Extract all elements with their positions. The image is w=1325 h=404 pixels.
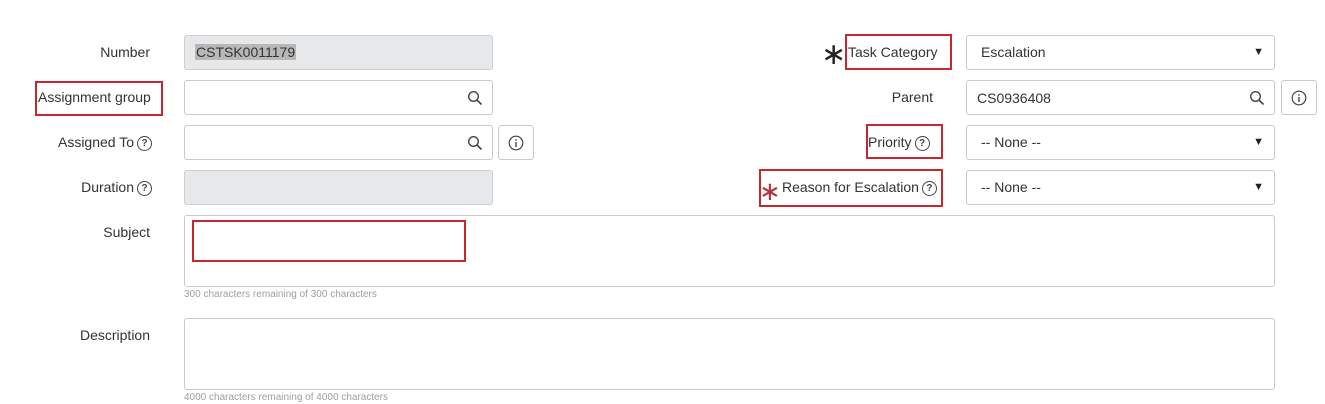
reason-select[interactable]: -- None -- ▼ — [966, 170, 1275, 205]
priority-select[interactable]: -- None -- ▼ — [966, 125, 1275, 160]
parent-info-button[interactable] — [1281, 80, 1317, 115]
task-category-select[interactable]: Escalation ▼ — [966, 35, 1275, 70]
duration-field[interactable] — [184, 170, 493, 205]
parent-label: Parent — [891, 89, 933, 105]
subject-char-counter: 300 characters remaining of 300 characte… — [184, 289, 377, 300]
parent-input[interactable] — [966, 80, 1240, 115]
caret-down-icon: ▼ — [1253, 181, 1264, 193]
task-category-value: Escalation — [981, 44, 1046, 60]
duration-text: Duration — [81, 179, 134, 195]
number-value: CSTSK0011179 — [195, 44, 297, 60]
caret-down-icon: ▼ — [1253, 46, 1264, 58]
mandatory-indicator: ∗ — [821, 37, 847, 72]
assignment-group-lookup-button[interactable] — [457, 80, 493, 115]
priority-text: Priority — [868, 134, 912, 150]
reason-text: Reason for Escalation — [782, 179, 919, 195]
priority-value: -- None -- — [981, 134, 1041, 150]
assignment-group-label: Assignment group — [38, 89, 151, 105]
search-icon — [1249, 90, 1264, 105]
info-icon — [508, 135, 524, 150]
number-label: Number — [100, 44, 150, 60]
priority-label: Priority? — [868, 132, 938, 152]
number-field[interactable]: CSTSK0011179 — [184, 35, 493, 70]
help-icon[interactable]: ? — [137, 180, 152, 196]
description-textarea[interactable] — [184, 318, 1275, 390]
search-icon — [467, 135, 482, 150]
assigned-to-label: Assigned To? — [40, 132, 152, 152]
description-label: Description — [79, 327, 150, 343]
search-icon — [467, 90, 482, 105]
description-char-counter: 4000 characters remaining of 4000 charac… — [184, 392, 389, 403]
assignment-group-input[interactable] — [184, 80, 458, 115]
info-icon — [1291, 90, 1307, 105]
assigned-to-input[interactable] — [184, 125, 458, 160]
caret-down-icon: ▼ — [1253, 136, 1264, 148]
assigned-to-lookup-button[interactable] — [457, 125, 493, 160]
subject-label: Subject — [103, 224, 150, 240]
help-icon[interactable]: ? — [921, 180, 937, 196]
task-category-label: Task Category — [848, 44, 938, 60]
duration-label: Duration? — [40, 177, 152, 197]
assigned-to-info-button[interactable] — [498, 125, 534, 160]
assigned-to-text: Assigned To — [57, 134, 134, 150]
parent-lookup-button[interactable] — [1239, 80, 1275, 115]
reason-label: Reason for Escalation? — [782, 177, 938, 197]
annotation-box-subject — [192, 220, 466, 262]
reason-value: -- None -- — [981, 179, 1041, 195]
help-icon[interactable]: ? — [137, 135, 152, 151]
help-icon[interactable]: ? — [914, 135, 930, 151]
